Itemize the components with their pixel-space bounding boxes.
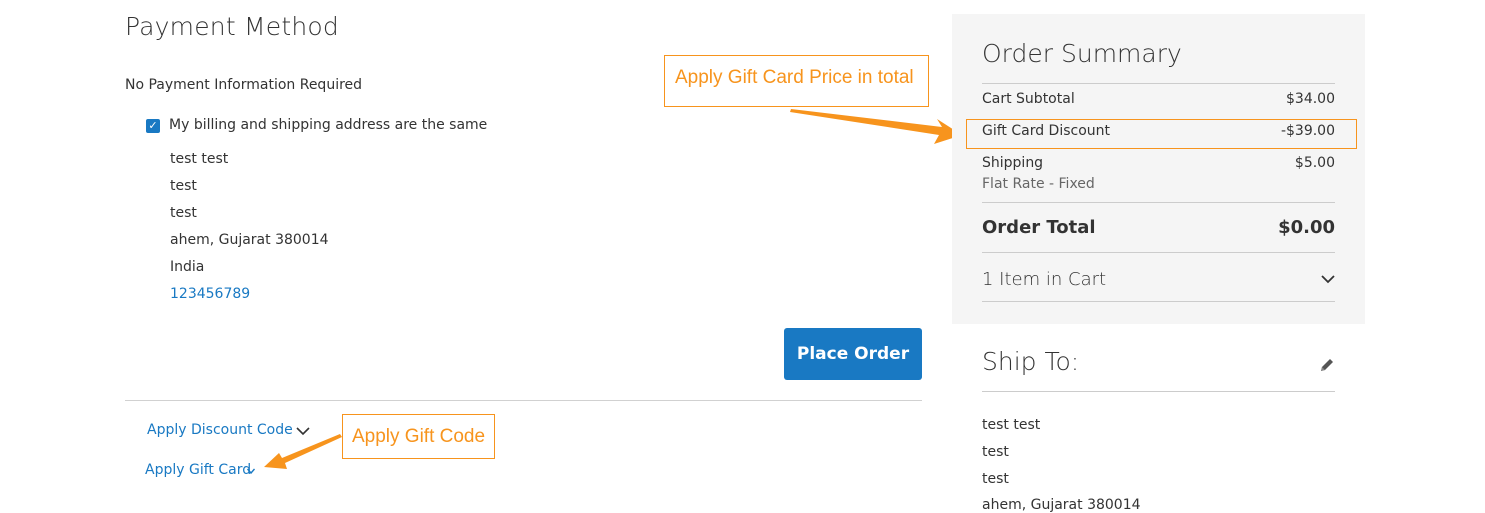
annotation-gift-card-total: Apply Gift Card Price in total xyxy=(664,55,929,107)
items-in-cart-toggle[interactable]: 1 Item in Cart xyxy=(982,269,1106,290)
ship-to-address-line: test test xyxy=(982,417,1041,433)
no-payment-info-text: No Payment Information Required xyxy=(125,77,363,93)
same-address-label[interactable]: My billing and shipping address are the … xyxy=(169,117,487,133)
ship-to-divider xyxy=(982,391,1335,392)
billing-address-line: test xyxy=(170,205,197,221)
shipping-value: $5.00 xyxy=(1294,155,1335,171)
billing-address-line: test test xyxy=(170,151,229,167)
ship-to-address-line: test xyxy=(982,444,1009,460)
payment-method-title: Payment Method xyxy=(125,12,339,41)
pencil-icon[interactable] xyxy=(1318,356,1336,374)
summary-divider xyxy=(982,252,1335,253)
annotation-arrow-to-summary xyxy=(790,109,962,144)
summary-divider xyxy=(982,83,1335,84)
billing-phone-link[interactable]: 123456789 xyxy=(170,286,250,302)
order-total-label: Order Total xyxy=(982,217,1096,238)
annotation-gift-code: Apply Gift Code xyxy=(342,414,495,459)
annotation-highlight-box xyxy=(966,119,1357,149)
chevron-down-icon[interactable] xyxy=(246,466,256,476)
chevron-down-icon[interactable] xyxy=(1320,271,1336,287)
apply-gift-card-toggle[interactable]: Apply Gift Card xyxy=(145,462,251,478)
shipping-label: Shipping xyxy=(982,155,1044,171)
cart-subtotal-value: $34.00 xyxy=(1286,91,1335,107)
annotation-arrow-to-gift-card xyxy=(264,434,342,469)
summary-divider xyxy=(982,202,1335,203)
ship-to-address-line: ahem, Gujarat 380014 xyxy=(982,497,1141,513)
chevron-down-icon[interactable] xyxy=(295,423,311,439)
order-total-value: $0.00 xyxy=(1278,217,1335,238)
ship-to-title: Ship To: xyxy=(982,347,1080,376)
shipping-method: Flat Rate - Fixed xyxy=(982,176,1095,192)
checkmark-icon: ✓ xyxy=(148,119,158,132)
order-summary-title: Order Summary xyxy=(982,39,1182,68)
apply-discount-code-toggle[interactable]: Apply Discount Code xyxy=(147,422,293,438)
billing-address-line: test xyxy=(170,178,197,194)
divider xyxy=(125,400,922,401)
place-order-button[interactable]: Place Order xyxy=(784,328,922,380)
billing-address-line: ahem, Gujarat 380014 xyxy=(170,232,329,248)
summary-divider xyxy=(982,301,1335,302)
cart-subtotal-label: Cart Subtotal xyxy=(982,91,1075,107)
billing-address-line: India xyxy=(170,259,205,275)
ship-to-address-line: test xyxy=(982,471,1009,487)
same-address-checkbox[interactable]: ✓ xyxy=(146,119,160,133)
